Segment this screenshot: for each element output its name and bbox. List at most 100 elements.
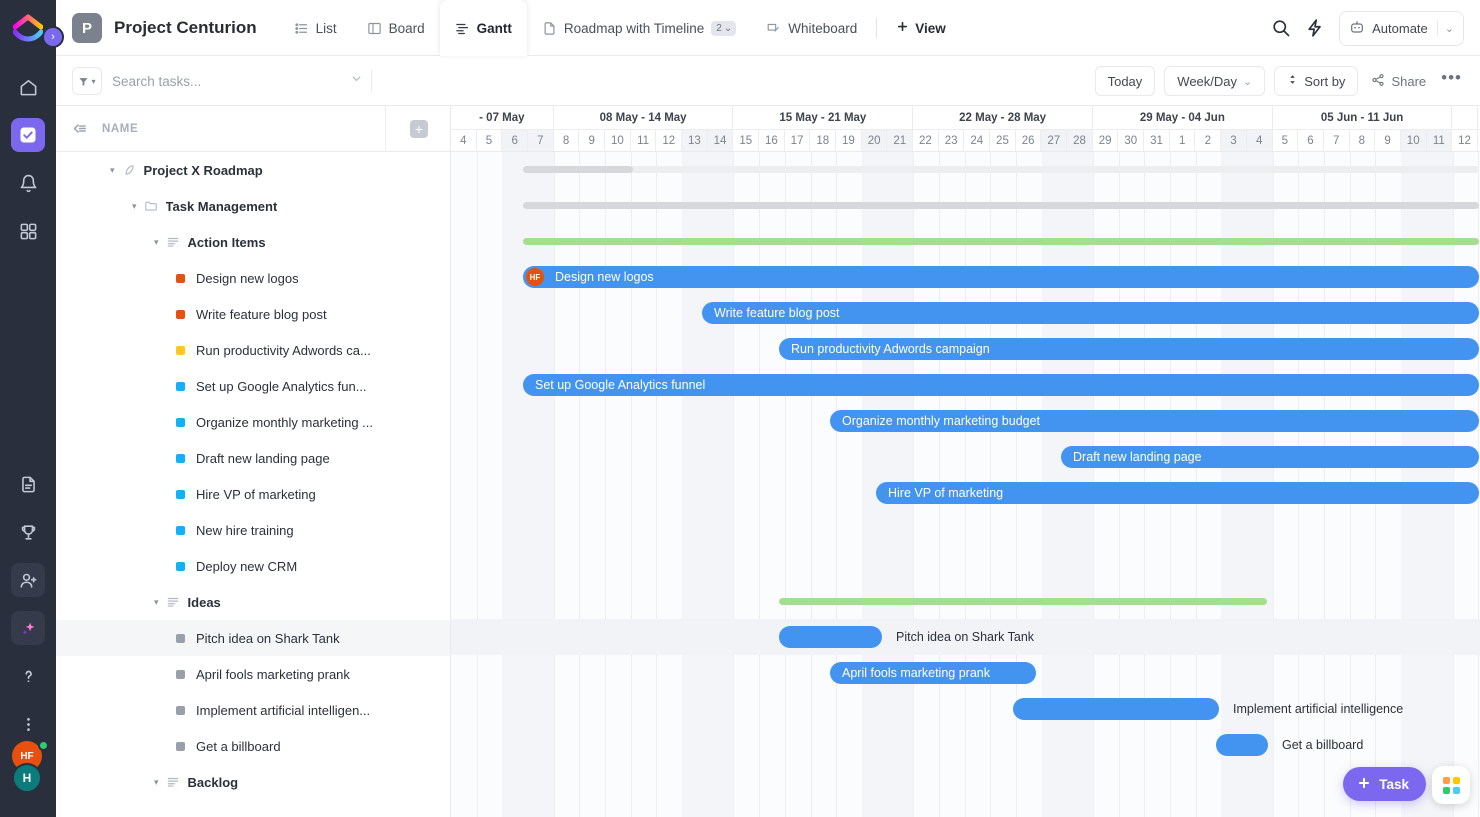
gantt-row[interactable]: Organize monthly marketing budget [451,403,1480,439]
gantt-row[interactable]: April fools marketing prank [451,655,1480,691]
search-container[interactable] [112,70,372,92]
today-button[interactable]: Today [1094,66,1156,96]
add-view-button[interactable]: View [881,0,961,56]
gantt-bar[interactable]: Write feature blog post [702,302,1479,324]
sidebar-item-help[interactable] [11,659,45,693]
task-row[interactable]: Pitch idea on Shark Tank [56,620,450,656]
gantt-bar[interactable]: Hire VP of marketing [876,482,1479,504]
gantt-row[interactable]: Set up Google Analytics funnel [451,367,1480,403]
status-badge[interactable] [176,453,185,463]
sidebar-item-more[interactable] [11,707,45,741]
gantt-row[interactable]: Hire VP of marketing [451,475,1480,511]
gantt-row[interactable] [451,547,1480,583]
collapse-left-icon[interactable] [56,120,102,137]
gantt-bar[interactable]: Organize monthly marketing budget [830,410,1479,432]
task-row[interactable]: Run productivity Adwords ca... [56,332,450,368]
gantt-row[interactable] [451,511,1480,547]
status-badge[interactable] [176,489,185,499]
chevron-down-icon[interactable] [350,72,363,90]
gantt-row[interactable]: HF Design new logos [451,259,1480,295]
summary-bar[interactable] [523,202,1479,209]
tab-board[interactable]: Board [352,0,440,56]
status-badge[interactable] [176,705,185,715]
gantt-row[interactable] [451,583,1480,619]
gantt-row[interactable]: Pitch idea on Shark Tank [451,619,1480,655]
status-badge[interactable] [176,669,185,679]
automate-button[interactable]: Automate ⌄ [1339,10,1464,46]
sidebar-item-dashboards[interactable] [11,214,45,248]
tab-list[interactable]: List [279,0,352,56]
gantt-row[interactable]: Run productivity Adwords campaign [451,331,1480,367]
sidebar-item-notifications[interactable] [11,166,45,200]
chevron-down-icon[interactable]: ▾ [154,597,159,608]
add-column-button[interactable]: + [410,119,428,138]
summary-bar[interactable] [779,598,1267,605]
filter-icon[interactable]: ▾ [72,67,102,95]
add-task-button[interactable]: Task [1343,767,1426,801]
status-badge[interactable] [176,273,185,283]
gantt-row[interactable]: Get a billboard [451,727,1480,763]
summary-bar-track[interactable] [523,166,1479,173]
gantt-row[interactable] [451,763,1480,799]
task-row[interactable]: Design new logos [56,260,450,296]
status-badge[interactable] [176,309,185,319]
gantt-row[interactable] [451,151,1480,187]
tab-roadmap-with-timeline[interactable]: Roadmap with Timeline 2 ⌄ [527,0,751,56]
chevron-down-icon[interactable]: ▾ [132,201,137,212]
status-badge[interactable] [176,741,185,751]
group-row[interactable]: ▾ Task Management [56,188,450,224]
avatar[interactable]: HF [525,267,545,287]
task-row[interactable]: Get a billboard [56,728,450,764]
avatar[interactable]: H [12,763,42,793]
gantt-bar[interactable]: Run productivity Adwords campaign [779,338,1479,360]
task-row[interactable]: Implement artificial intelligen... [56,692,450,728]
task-row[interactable]: Organize monthly marketing ... [56,404,450,440]
group-row[interactable]: ▾ Backlog [56,764,450,800]
gantt-row[interactable]: Draft new landing page [451,439,1480,475]
sidebar-item-goals[interactable] [11,515,45,549]
share-button[interactable]: Share [1367,73,1430,90]
task-row[interactable]: Draft new landing page [56,440,450,476]
chevron-down-icon[interactable]: ▾ [110,165,115,176]
gantt-row[interactable] [451,187,1480,223]
avatar-stack[interactable]: HF H [10,740,49,805]
gantt-row[interactable]: Write feature blog post [451,295,1480,331]
lightning-icon[interactable] [1305,18,1325,38]
gantt-row[interactable] [451,223,1480,259]
sidebar-item-docs[interactable] [11,467,45,501]
group-row[interactable]: ▾ Ideas [56,584,450,620]
group-row[interactable]: ▾ Project X Roadmap [56,152,450,188]
gantt-bar[interactable]: HF Design new logos [523,266,1479,288]
gantt-bar[interactable] [1013,698,1219,720]
task-row[interactable]: Deploy new CRM [56,548,450,584]
more-options-button[interactable]: ••• [1439,68,1466,94]
status-badge[interactable] [176,345,185,355]
gantt-bar[interactable]: Set up Google Analytics funnel [523,374,1479,396]
search-icon[interactable] [1271,18,1291,38]
chevron-down-icon[interactable]: ⌄ [1445,22,1454,35]
summary-bar[interactable] [523,238,1479,245]
sort-by-button[interactable]: Sort by [1274,66,1359,96]
gantt-row[interactable]: Implement artificial intelligence [451,691,1480,727]
sidebar-item-tasks[interactable] [11,118,45,152]
gantt-bar[interactable] [1216,734,1268,756]
project-avatar[interactable]: P [72,13,102,43]
chevron-down-icon[interactable]: ▾ [154,777,159,788]
task-row[interactable]: Write feature blog post [56,296,450,332]
group-row[interactable]: ▾ Action Items [56,224,450,260]
gantt-bar[interactable]: April fools marketing prank [830,662,1036,684]
status-badge[interactable] [176,561,185,571]
task-row[interactable]: Set up Google Analytics fun... [56,368,450,404]
apps-grid-icon[interactable] [1432,766,1470,804]
clickup-logo[interactable]: › [0,0,64,56]
status-badge[interactable] [176,417,185,427]
status-badge[interactable] [176,381,185,391]
status-badge[interactable] [176,525,185,535]
gantt-bar[interactable]: Draft new landing page [1061,446,1479,468]
chevron-down-icon[interactable]: ▾ [154,237,159,248]
task-row[interactable]: April fools marketing prank [56,656,450,692]
search-input[interactable] [112,73,322,89]
status-badge[interactable] [176,633,185,643]
gantt-bar[interactable] [779,626,882,648]
sidebar-item-invite[interactable] [11,563,45,597]
